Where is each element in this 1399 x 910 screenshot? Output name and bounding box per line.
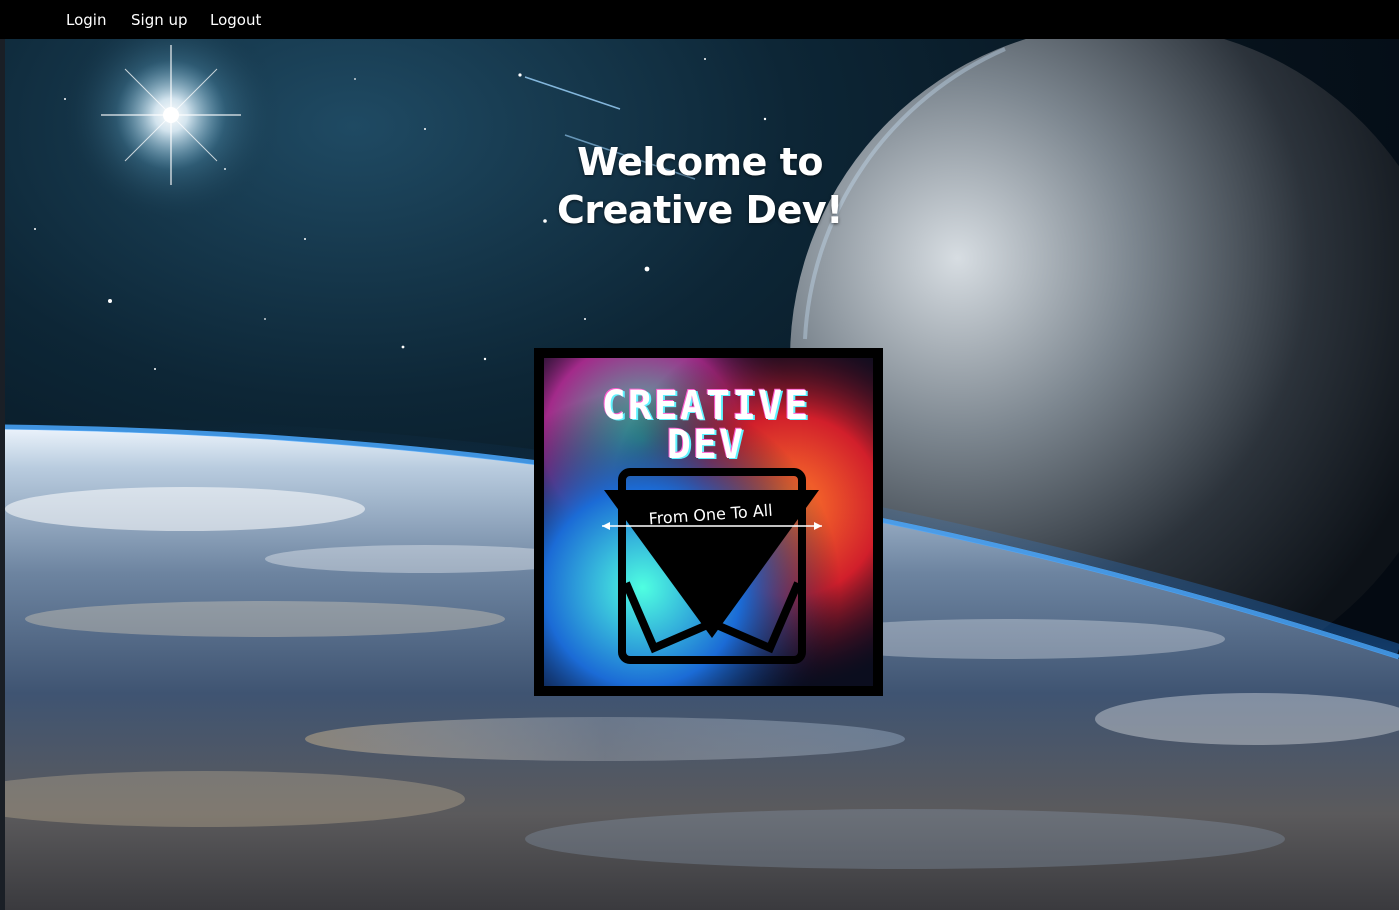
page-title-line-1: Welcome to — [577, 140, 823, 184]
creative-dev-logo: CREATIVE CREATIVE CREATIVE DEV DEV DEV F… — [534, 348, 883, 696]
page-title: Welcome to Creative Dev! — [540, 138, 860, 234]
top-navbar: Login Sign up Logout — [0, 0, 1399, 39]
app-root: Login Sign up Logout Welcome to Creative… — [0, 0, 1399, 910]
login-link[interactable]: Login — [66, 10, 106, 30]
logo-artwork: CREATIVE CREATIVE CREATIVE DEV DEV DEV F… — [544, 358, 873, 686]
logo-text-dev: DEV — [667, 422, 745, 468]
signup-link[interactable]: Sign up — [131, 10, 188, 30]
page-title-line-2: Creative Dev! — [557, 188, 843, 232]
logout-link[interactable]: Logout — [210, 10, 261, 30]
window-left-edge — [0, 39, 5, 910]
